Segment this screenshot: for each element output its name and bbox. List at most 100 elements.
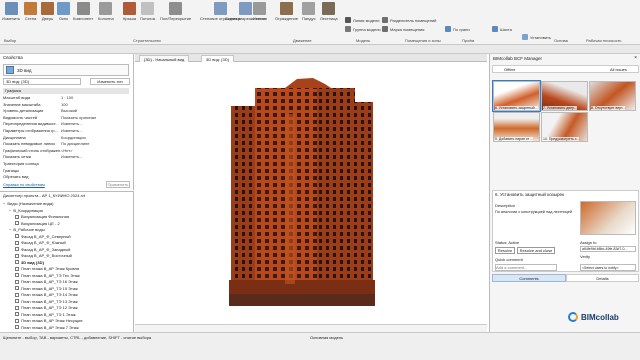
browser-tree-item[interactable]: План этажа В_АР_ТЭ 14 Этаж — [15, 292, 78, 297]
browser-tree-item[interactable]: Визуализация ЦЕ - 2 — [15, 221, 60, 226]
property-value[interactable]: 1 : 100 — [61, 95, 131, 101]
property-value[interactable]: Изменить... — [61, 121, 131, 127]
offline-filter[interactable]: Offline — [504, 67, 516, 72]
property-row[interactable]: Значение масштаба 100 — [3, 102, 131, 108]
ribbon-button[interactable]: Импост — [253, 2, 267, 32]
ribbon-button[interactable]: Компонент — [73, 2, 93, 32]
tab-details[interactable]: Details — [566, 274, 639, 282]
ribbon-button[interactable]: Ограждение — [275, 2, 298, 32]
ribbon-button-label: Дверь — [41, 16, 54, 21]
issue-thumbnail[interactable]: 6. Установить защитный... — [492, 80, 541, 112]
property-value[interactable]: Изменить... — [61, 128, 131, 134]
browser-tree-item[interactable]: План этажа В_АР Этаж Кровля — [15, 266, 79, 271]
quick-comment-input[interactable] — [495, 264, 557, 271]
property-row[interactable]: Траектория солнца — [3, 161, 131, 167]
view-control-bar — [135, 324, 487, 332]
property-value[interactable]: <Нет> — [61, 148, 131, 154]
browser-tree-item[interactable]: 3D вид {3D} — [15, 260, 44, 265]
ribbon: Изменить Стена Дверь Окно Компонент Колонна Кр… — [0, 0, 640, 45]
browser-tree-item[interactable]: Визуализация Финальная — [15, 214, 69, 219]
property-row[interactable]: Дисциплина Координация — [3, 135, 131, 141]
resolve-button[interactable]: Resolve — [495, 247, 515, 254]
ribbon-panel-label: Рабочая плоскость — [586, 38, 622, 43]
browser-tree-item[interactable]: Фасад В_АР_Ф_Восточный — [15, 253, 72, 258]
property-row[interactable]: Параметры отображения гр... Изменить... — [3, 128, 131, 134]
ribbon-button[interactable]: Потолок — [140, 2, 155, 32]
browser-tree-item[interactable]: Фасад В_АР_Ф_Южный — [15, 240, 66, 245]
ribbon-button[interactable]: Пол/Перекрытие — [160, 2, 191, 32]
tab-comments[interactable]: Comments — [492, 274, 566, 282]
property-value[interactable] — [61, 168, 131, 174]
ribbon-button[interactable]: Шахта — [492, 14, 512, 44]
browser-tree-item[interactable]: План этажа В_АР Этаж Несущие — [15, 318, 83, 323]
resolve-and-close-button[interactable]: Resolve and close — [517, 247, 555, 254]
ribbon-button-label: Изменить — [2, 16, 21, 21]
issue-snapshot[interactable] — [580, 201, 636, 235]
browser-tree-item[interactable]: План этажа В_АР_ТЭ 13 Этаж — [15, 299, 78, 304]
property-value[interactable]: По дисциплине — [61, 141, 131, 147]
browser-tree-item[interactable]: План этажа В_АР Этаж 7 Этаж — [15, 325, 79, 330]
view-icon — [15, 234, 19, 238]
ribbon-button[interactable]: Окно — [57, 2, 70, 32]
property-value[interactable] — [61, 174, 131, 180]
browser-tree-label: План этажа В_АР_ТЭ 1 Этаж — [21, 311, 76, 317]
ribbon-button[interactable]: Колонна — [98, 2, 114, 32]
assign-select[interactable]: a64fe9bf-b8bc-49fe-83d7-0... — [580, 246, 636, 252]
property-value[interactable]: Изменить... — [61, 154, 131, 160]
property-row[interactable]: Переопределения видимост... Изменить... — [3, 121, 131, 127]
browser-tree-item[interactable]: − Виды (Назначение вида) — [3, 201, 53, 206]
property-name: Траектория солнца — [3, 161, 39, 166]
property-row[interactable]: Графический стиль отображен... <Нет> — [3, 148, 131, 154]
tab-start-view[interactable]: {3D} - Начальный вид — [139, 55, 190, 62]
ribbon-button[interactable]: Дверь — [41, 2, 54, 32]
ribbon-button[interactable]: Стена — [24, 2, 37, 32]
issue-thumbnail[interactable]: 7. Установить двер... — [541, 81, 588, 111]
property-row[interactable]: Границы — [3, 168, 131, 174]
browser-tree-item[interactable]: План этажа В_АР_ТЭ 15 Этаж — [15, 286, 78, 291]
browser-tree-item[interactable]: План этажа В_АР_ТЭ Тех Этаж — [15, 273, 80, 278]
collapse-icon[interactable]: − — [3, 201, 5, 206]
3d-viewport[interactable]: 1 : 100 — [135, 62, 487, 330]
notify-select[interactable]: <Select users to notify> — [580, 264, 636, 271]
property-value[interactable]: Высокий — [61, 108, 131, 114]
browser-tree-item[interactable]: Фасад В_АР_Ф_Западный — [15, 247, 70, 252]
property-name: Показать сетки — [3, 154, 32, 160]
issue-thumbnail[interactable]: 9. Добавить парап от ... — [493, 112, 540, 142]
browser-tree-item[interactable]: − В_Рабочие виды — [9, 227, 45, 232]
property-row[interactable]: Показать невидимые линии По дисциплине — [3, 141, 131, 147]
property-row[interactable]: Показать сетки Изменить... — [3, 154, 131, 160]
property-value[interactable] — [61, 161, 131, 167]
ribbon-panel-label: Движение — [293, 38, 312, 43]
all-issues-filter[interactable]: All issues — [610, 67, 627, 72]
issue-thumbnail[interactable]: 8. Отсутствует верт... — [589, 81, 636, 111]
ribbon-button[interactable]: Пандус — [302, 2, 316, 32]
ribbon-button[interactable]: Крыша — [123, 2, 136, 32]
ribbon-button[interactable]: Лестница — [320, 2, 338, 32]
properties-help-link[interactable]: Справка по свойствам — [3, 182, 45, 187]
property-row[interactable]: Видимость частей Показать оригинал — [3, 115, 131, 121]
status-model[interactable]: Основная модель — [310, 335, 343, 340]
property-row[interactable]: Масштаб вида 1 : 100 — [3, 95, 131, 101]
status-label: Status: Active — [495, 240, 520, 245]
issue-thumbnail[interactable]: 10. Предусмотреть с... — [541, 112, 588, 142]
edit-type-button[interactable]: Изменить тип — [90, 78, 130, 85]
collapse-icon[interactable]: − — [9, 227, 11, 232]
bcf-close-icon[interactable]: × — [634, 55, 637, 61]
collapse-icon[interactable]: − — [9, 208, 11, 213]
browser-tree-item[interactable]: План этажа В_АР_ТЭ 16 Этаж — [15, 279, 78, 284]
property-value[interactable]: 100 — [61, 102, 131, 108]
ribbon-button-label: Потолок — [140, 16, 156, 21]
browser-tree-item[interactable]: План этажа В_АР_ТЭ 12 Этаж — [15, 305, 78, 310]
ribbon-button[interactable]: Изменить — [2, 2, 20, 32]
browser-tree-item[interactable]: Фасад В_АР_Ф_Северный — [15, 234, 71, 239]
properties-type-selector[interactable]: 3D вид — [3, 64, 129, 76]
property-row[interactable]: Обрезать вид — [3, 174, 131, 180]
browser-tree-item[interactable]: − В_Координация — [9, 208, 43, 213]
property-value[interactable]: Показать оригинал — [61, 115, 131, 121]
browser-tree-item[interactable]: План этажа В_АР_ТЭ 1 Этаж — [15, 312, 76, 317]
view-select[interactable]: 3D вид: {3D} — [3, 78, 81, 85]
tab-3d-view[interactable]: 3D вид: {3D} — [201, 55, 234, 62]
property-row[interactable]: Уровень детализации Высокий — [3, 108, 131, 114]
property-value[interactable]: Координация — [61, 135, 131, 141]
apply-button[interactable]: Применить — [106, 181, 130, 188]
